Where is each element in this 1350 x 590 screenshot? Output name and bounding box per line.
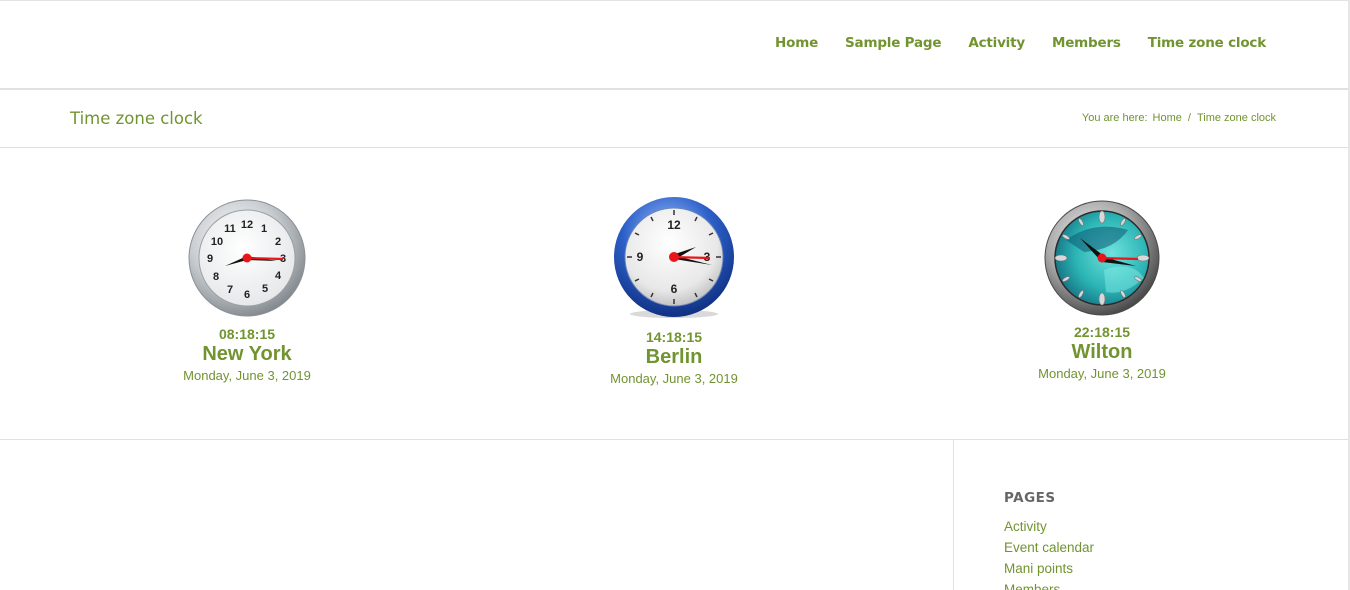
page-title: Time zone clock — [70, 109, 203, 128]
svg-text:6: 6 — [244, 289, 250, 301]
title-bar: Time zone clock You are here: Home / Tim… — [0, 91, 1348, 148]
clock-date: Monday, June 3, 2019 — [610, 371, 738, 386]
clock-time: 14:18:15 — [645, 329, 703, 345]
breadcrumb-separator: / — [1187, 112, 1191, 124]
list-item: Event calendar — [1004, 537, 1094, 558]
clock-blue-icon: 123 69 — [614, 197, 734, 318]
breadcrumb-prefix: You are here: — [1081, 112, 1148, 124]
svg-text:6: 6 — [671, 282, 678, 296]
nav-activity[interactable]: Activity — [968, 35, 1025, 51]
list-item: Members — [1004, 579, 1094, 590]
svg-text:9: 9 — [637, 250, 644, 264]
svg-text:10: 10 — [211, 236, 223, 248]
breadcrumb: You are here: Home / Time zone clock — [1082, 112, 1276, 124]
breadcrumb-home-link[interactable]: Home — [1153, 112, 1182, 124]
sidebar: PAGES Activity Event calendar Mani point… — [953, 440, 1348, 590]
list-item: Activity — [1004, 516, 1094, 537]
svg-text:2: 2 — [275, 236, 281, 248]
nav-members[interactable]: Members — [1052, 35, 1121, 51]
sidebar-item-mani-points[interactable]: Mani points — [1004, 561, 1073, 576]
site-header: Home Sample Page Activity Members Time z… — [0, 1, 1348, 90]
svg-text:12: 12 — [667, 218, 681, 232]
nav-home[interactable]: Home — [775, 35, 818, 51]
clock-wilton: 22:18:15 Wilton Monday, June 3, 2019 — [982, 200, 1222, 381]
svg-text:5: 5 — [262, 283, 268, 295]
sidebar-item-activity[interactable]: Activity — [1004, 519, 1047, 534]
clock-date: Monday, June 3, 2019 — [183, 368, 311, 383]
clock-city: Wilton — [1071, 341, 1133, 363]
nav-time-zone-clock[interactable]: Time zone clock — [1148, 35, 1266, 51]
clock-new-york: 1212 345 678 91011 08:18:15 New York Mon… — [127, 198, 367, 383]
svg-text:12: 12 — [241, 219, 253, 231]
clock-silver-icon: 1212 345 678 91011 — [188, 199, 306, 317]
svg-text:4: 4 — [275, 270, 282, 282]
svg-text:7: 7 — [227, 284, 233, 296]
sidebar-heading: PAGES — [1004, 490, 1056, 506]
clock-teal-icon — [1044, 200, 1160, 316]
clock-city: Berlin — [645, 346, 703, 368]
svg-text:8: 8 — [213, 271, 219, 283]
nav-sample-page[interactable]: Sample Page — [845, 35, 942, 51]
clock-berlin: 123 69 14:18:15 Berlin Monday, June 3, 2… — [554, 197, 794, 386]
sidebar-item-event-calendar[interactable]: Event calendar — [1004, 540, 1094, 555]
clock-time: 22:18:15 — [1073, 324, 1131, 340]
list-item: Mani points — [1004, 558, 1094, 579]
clock-time: 08:18:15 — [218, 326, 276, 342]
sidebar-pages-list: Activity Event calendar Mani points Memb… — [1004, 516, 1094, 590]
clock-date: Monday, June 3, 2019 — [1038, 366, 1166, 381]
svg-text:9: 9 — [207, 253, 213, 265]
svg-text:1: 1 — [261, 223, 267, 235]
clock-city: New York — [202, 343, 292, 365]
sidebar-item-members[interactable]: Members — [1004, 582, 1060, 590]
svg-text:11: 11 — [224, 223, 236, 235]
breadcrumb-current-link[interactable]: Time zone clock — [1197, 112, 1276, 124]
main-navigation: Home Sample Page Activity Members Time z… — [775, 35, 1266, 51]
clock-section: 1212 345 678 91011 08:18:15 New York Mon… — [0, 148, 1348, 440]
